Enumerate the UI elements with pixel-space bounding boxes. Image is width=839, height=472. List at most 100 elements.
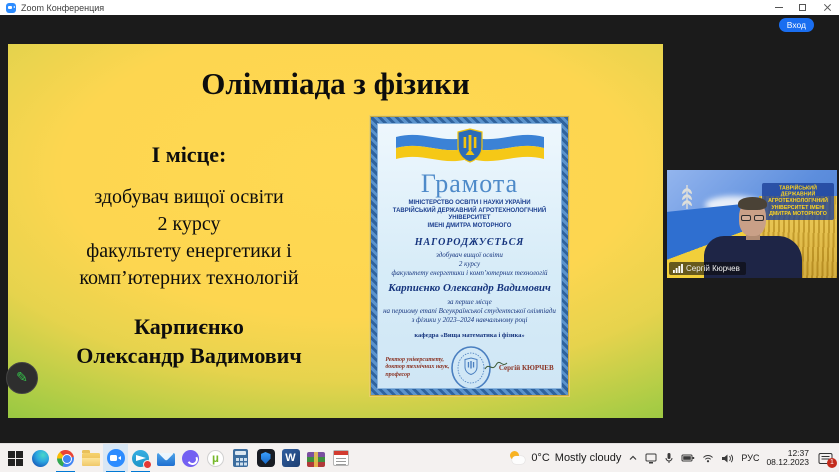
reason-line: на першому етапі Всеукраїнської студентс… xyxy=(383,307,556,316)
participant-video-tile[interactable]: ТАВРІЙСЬКИЙ ДЕРЖАВНИЙ АГРОТЕХНОЛОГІЧНИЙ … xyxy=(667,170,837,278)
glasses-icon xyxy=(741,215,751,221)
signer-title-line: доктор технічних наук, xyxy=(385,364,449,372)
ministry-line: ТАВРІЙСЬКИЙ ДЕРЖАВНИЙ АГРОТЕХНОЛОГІЧНИЙ … xyxy=(378,208,561,223)
certificate-body: Грамота МІНІСТЕРСТВО ОСВІТИ І НАУКИ УКРА… xyxy=(377,123,562,389)
signature-row: Ректор університету, доктор технічних на… xyxy=(385,344,553,389)
display-tray-icon[interactable] xyxy=(645,453,657,464)
login-button[interactable]: Вход xyxy=(779,18,814,32)
zoom-app-icon xyxy=(6,3,16,13)
annotation-tool-button[interactable]: ✎ xyxy=(6,362,38,394)
ministry-lines: МІНІСТЕРСТВО ОСВІТИ І НАУКИ УКРАЇНИ ТАВР… xyxy=(378,200,561,230)
calendar-icon xyxy=(333,450,349,466)
award-heading: НАГОРОДЖУЄТЬСЯ xyxy=(415,237,525,248)
taskbar-item-zoom[interactable] xyxy=(103,444,128,472)
banner-line: ТАВРІЙСЬКИЙ ДЕРЖАВНИЙ xyxy=(768,186,828,197)
reason-line: за перше місце xyxy=(383,298,556,307)
window-title: Zoom Конференция xyxy=(21,3,104,13)
taskbar-item-calculator[interactable] xyxy=(228,444,253,472)
tray-expand-chevron-icon[interactable] xyxy=(628,454,638,462)
notification-count-badge: 1 xyxy=(827,458,837,468)
signer-titles: Ректор університету, доктор технічних на… xyxy=(385,357,449,380)
taskbar-item-file-explorer[interactable] xyxy=(78,444,103,472)
utorrent-icon: µ xyxy=(207,450,224,467)
microphone-tray-icon[interactable] xyxy=(664,452,674,464)
slide-detail-line: 2 курсу xyxy=(20,211,358,238)
university-seal-icon xyxy=(448,344,494,389)
winrar-icon xyxy=(307,452,325,467)
taskbar-item-word[interactable]: W xyxy=(278,444,303,472)
volume-tray-icon[interactable] xyxy=(721,453,734,464)
network-tray-icon[interactable] xyxy=(702,453,714,463)
slide-detail-line: здобувач вищої освіти xyxy=(20,184,358,211)
certificate: Грамота МІНІСТЕРСТВО ОСВІТИ І НАУКИ УКРА… xyxy=(370,116,569,396)
viber-icon xyxy=(182,450,199,467)
mail-icon xyxy=(157,453,175,466)
recipient-name: Карпиєнко Олександр Вадимович xyxy=(388,282,551,294)
chrome-icon xyxy=(57,450,74,467)
close-button[interactable] xyxy=(815,0,839,15)
taskbar-item-calendar[interactable] xyxy=(328,444,353,472)
recipient-line: 2 курсу xyxy=(391,260,547,269)
reason-line: з фізики у 2023–2024 навчальному році xyxy=(383,316,556,325)
word-icon: W xyxy=(282,449,300,467)
slide-detail-line: факультету енергетики і xyxy=(20,238,358,265)
department-line: кафедра «Вища математика і фізика» xyxy=(414,332,524,339)
weather-temp: 0°C xyxy=(531,452,549,464)
language-indicator[interactable]: РУС xyxy=(741,453,759,463)
weather-desc: Mostly cloudy xyxy=(555,452,622,464)
window-titlebar: Zoom Конференция xyxy=(0,0,839,15)
minimize-button[interactable] xyxy=(767,0,791,15)
ministry-line: ІМЕНІ ДМИТРА МОТОРНОГО xyxy=(378,223,561,231)
glasses-icon xyxy=(754,215,764,221)
taskbar-item-edge[interactable] xyxy=(28,444,53,472)
slide-title: Олімпіада з фізики xyxy=(8,66,663,102)
winner-name: Карпиєнко Олександр Вадимович xyxy=(20,312,358,370)
recipient-line: здобувач вищої освіти xyxy=(391,251,547,260)
telegram-icon xyxy=(132,450,149,467)
certificate-title: Грамота xyxy=(421,171,518,197)
taskbar-item-telegram[interactable] xyxy=(128,444,153,472)
weather-icon xyxy=(509,451,526,465)
shared-screen-slide: Олімпіада з фізики І місце: здобувач вищ… xyxy=(8,44,663,418)
winner-name-line2: Олександр Вадимович xyxy=(20,341,358,370)
file-explorer-icon xyxy=(82,453,100,466)
taskbar-item-winrar[interactable] xyxy=(303,444,328,472)
action-center-button[interactable]: 1 xyxy=(818,452,833,465)
winner-name-line1: Карпиєнко xyxy=(20,312,358,341)
system-tray: 0°C Mostly cloudy РУС 12:3 xyxy=(509,444,839,472)
taskbar-app-icons: µ W xyxy=(0,444,353,472)
reason-block: за перше місце на першому етапі Всеукраї… xyxy=(383,298,556,325)
signer-title-line: професор xyxy=(385,372,449,380)
ministry-line: МІНІСТЕРСТВО ОСВІТИ І НАУКИ УКРАЇНИ xyxy=(378,200,561,208)
signature-stroke-icon xyxy=(484,360,508,374)
slide-text-block: І місце: здобувач вищої освіти 2 курсу ф… xyxy=(20,142,358,370)
slide-detail-line: комп’ютерних технологій xyxy=(20,265,358,292)
clock[interactable]: 12:37 08.12.2023 xyxy=(766,449,809,468)
ukraine-flag-ribbon-icon xyxy=(384,127,556,173)
university-banner: ТАВРІЙСЬКИЙ ДЕРЖАВНИЙ АГРОТЕХНОЛОГІЧНИЙ … xyxy=(762,183,834,220)
edge-icon xyxy=(32,450,49,467)
place-heading: І місце: xyxy=(20,142,358,168)
recipient-block: здобувач вищої освіти 2 курсу факультету… xyxy=(391,251,547,278)
taskbar-item-security[interactable] xyxy=(253,444,278,472)
taskbar-item-chrome[interactable] xyxy=(53,444,78,472)
university-wheat-logo-icon xyxy=(674,182,700,212)
taskbar-item-mail[interactable] xyxy=(153,444,178,472)
shield-icon xyxy=(257,449,275,467)
taskbar-item-viber[interactable] xyxy=(178,444,203,472)
battery-tray-icon[interactable] xyxy=(681,453,695,463)
start-button[interactable] xyxy=(3,444,28,472)
banner-line: АГРОТЕХНОЛОГІЧНИЙ xyxy=(768,198,828,204)
weather-widget[interactable]: 0°C Mostly cloudy xyxy=(509,451,621,465)
maximize-button[interactable] xyxy=(791,0,815,15)
participant-name: Сергій Кюрчев xyxy=(686,264,740,273)
banner-line: ДМИТРА МОТОРНОГО xyxy=(768,211,828,217)
clock-date: 08.12.2023 xyxy=(766,458,809,468)
titlebar-left: Zoom Конференция xyxy=(0,3,104,13)
notification-badge-dot xyxy=(143,460,152,469)
recipient-line: факультету енергетики і комп’ютерних тех… xyxy=(391,269,547,278)
windows-taskbar: µ W 0°C Mostly cloudy xyxy=(0,443,839,472)
participant-hair xyxy=(738,197,767,210)
taskbar-item-utorrent[interactable]: µ xyxy=(203,444,228,472)
banner-line: УНІВЕРСИТЕТ ІМЕНІ xyxy=(768,205,828,211)
